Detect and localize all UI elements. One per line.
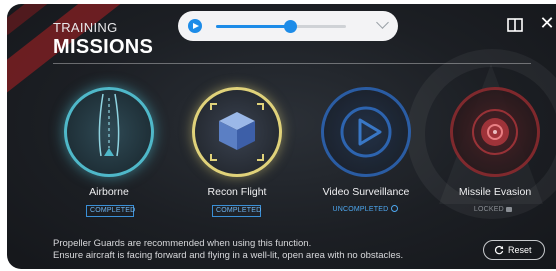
- book-icon[interactable]: [506, 16, 524, 34]
- page-subtitle: TRAINING: [53, 20, 118, 35]
- cube-icon: [210, 103, 264, 161]
- slider-thumb[interactable]: [284, 20, 298, 33]
- safety-note: Propeller Guards are recommended when us…: [53, 238, 403, 262]
- note-line: Ensure aircraft is facing forward and fl…: [53, 250, 404, 261]
- info-icon: [390, 205, 398, 212]
- title-divider: [53, 63, 531, 64]
- close-icon[interactable]: ✕: [538, 14, 556, 34]
- progress-slider[interactable]: [216, 20, 346, 33]
- chevron-down-icon[interactable]: [376, 16, 389, 29]
- mission-recon-flight[interactable]: [192, 87, 282, 177]
- status-text: LOCKED: [473, 206, 504, 213]
- video-player-bar: [178, 11, 398, 41]
- reset-label: Reset: [508, 245, 532, 255]
- status-badge: COMPLETED: [212, 205, 261, 217]
- refresh-icon: [494, 245, 504, 255]
- mission-label: Missile Evasion: [458, 186, 532, 198]
- page-title: MISSIONS: [53, 36, 154, 58]
- note-line: Propeller Guards are recommended when us…: [53, 238, 312, 249]
- play-icon: [340, 106, 392, 158]
- mission-video-surveillance[interactable]: [321, 87, 411, 177]
- lock-icon: [506, 206, 513, 212]
- progress-fill: [216, 25, 291, 28]
- mission-missile-evasion[interactable]: [450, 87, 540, 177]
- status-text: UNCOMPLETED: [332, 206, 389, 213]
- status-badge: UNCOMPLETED: [325, 205, 405, 217]
- status-badge: LOCKED: [468, 205, 518, 217]
- runway-icon: [98, 93, 120, 157]
- status-badge: COMPLETED: [86, 205, 135, 217]
- target-icon: [472, 109, 518, 155]
- reset-button[interactable]: Reset: [483, 240, 545, 260]
- play-icon[interactable]: [188, 19, 202, 33]
- mission-airborne[interactable]: [64, 87, 154, 177]
